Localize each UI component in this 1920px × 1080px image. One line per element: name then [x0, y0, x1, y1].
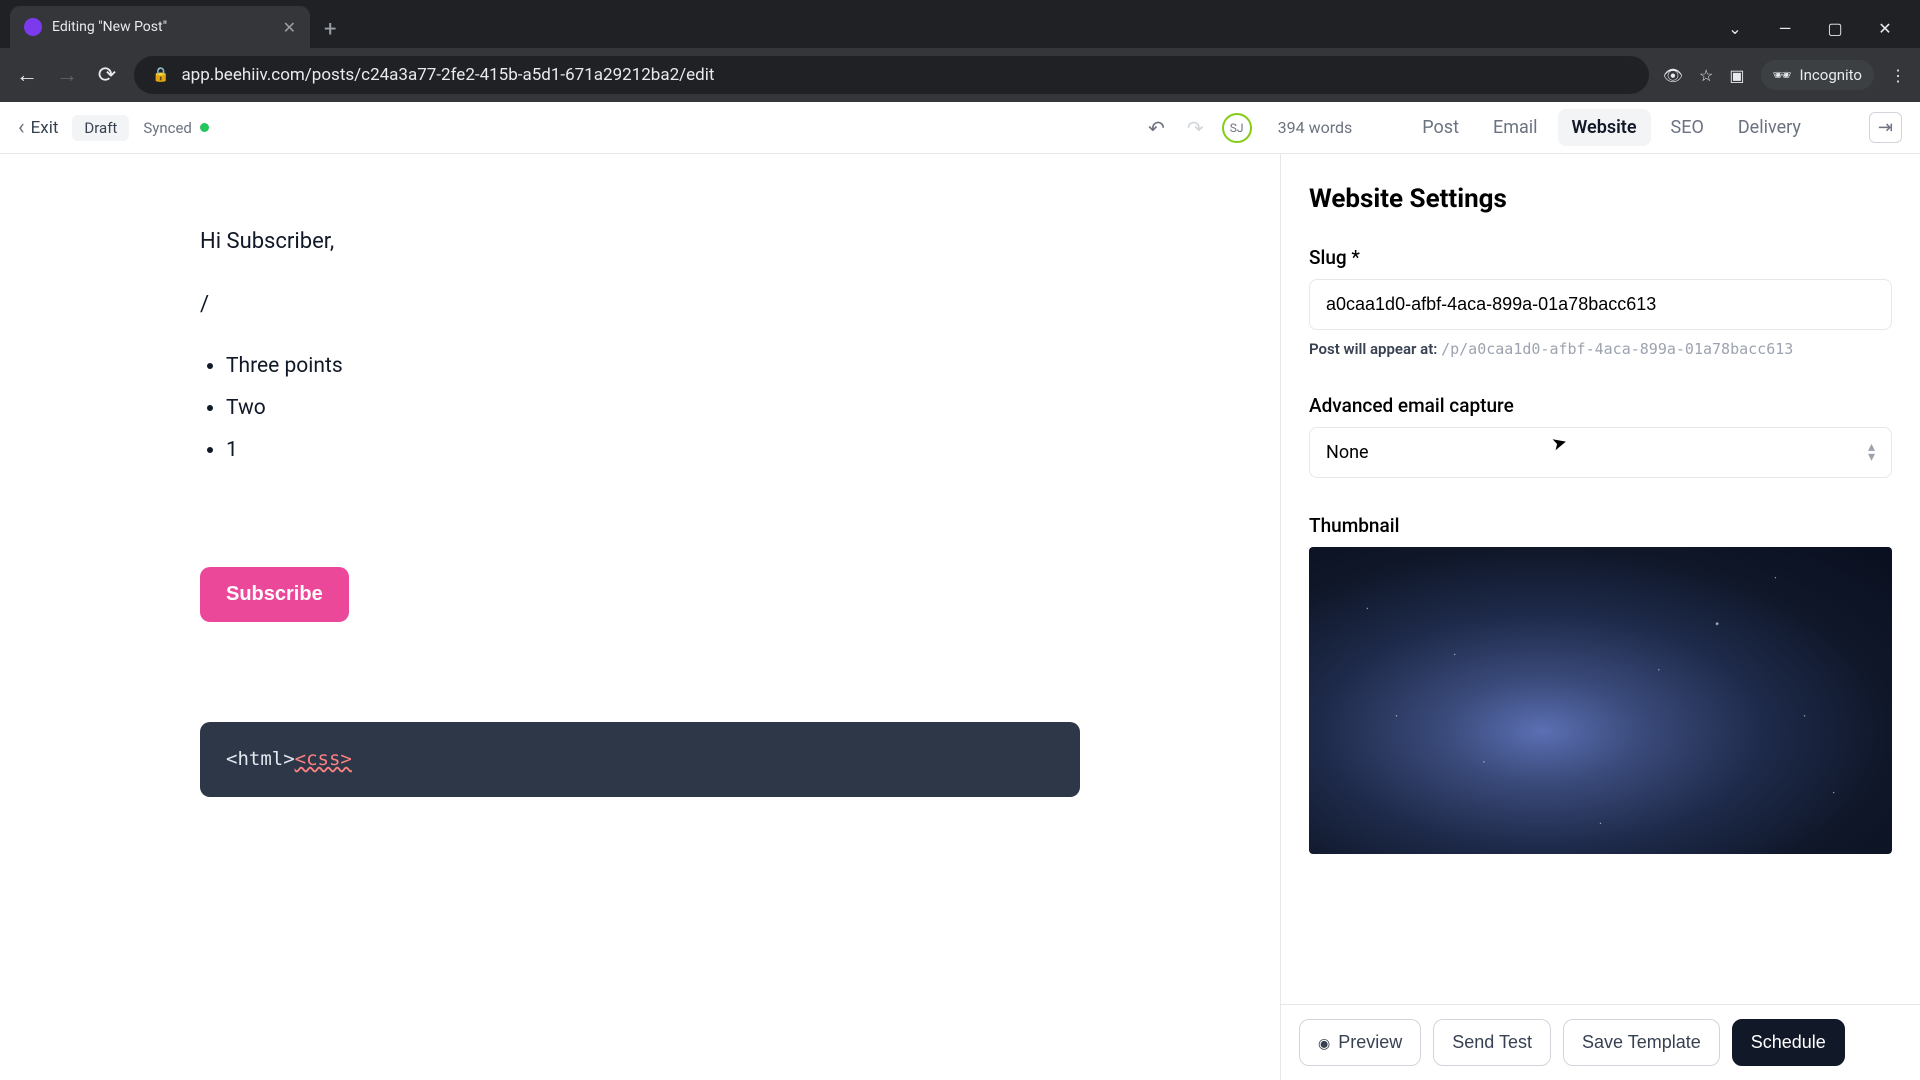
tab-delivery[interactable]: Delivery: [1724, 109, 1815, 146]
slug-hint-prefix: Post will appear at:: [1309, 340, 1437, 358]
browser-toolbar: ← → ⟳ 🔒 app.beehiiv.com/posts/c24a3a77-2…: [0, 48, 1920, 102]
eye-off-icon[interactable]: 👁: [1663, 66, 1683, 85]
reload-icon[interactable]: ⟳: [94, 63, 120, 88]
tab-email[interactable]: Email: [1479, 109, 1552, 146]
tab-search-icon[interactable]: ⌄: [1720, 19, 1750, 38]
save-template-button[interactable]: Save Template: [1563, 1019, 1720, 1066]
greeting-line[interactable]: Hi Subscriber,: [200, 224, 1080, 259]
sidebar-scroll[interactable]: Website Settings Slug * Post will appear…: [1281, 154, 1920, 1004]
bookmark-icon[interactable]: ☆: [1699, 66, 1713, 85]
main-split: Hi Subscriber, / Three points Two 1 Subs…: [0, 154, 1920, 1080]
incognito-icon: 🕶: [1773, 66, 1792, 84]
incognito-label: Incognito: [1800, 66, 1862, 84]
avatar-initials: SJ: [1230, 121, 1244, 135]
extensions-icon[interactable]: ▣: [1729, 66, 1744, 85]
thumbnail-field: Thumbnail: [1309, 514, 1892, 854]
close-tab-icon[interactable]: ✕: [283, 18, 296, 37]
editor-scroll-area[interactable]: Hi Subscriber, / Three points Two 1 Subs…: [0, 154, 1280, 1080]
sidebar-footer: Preview Send Test Save Template Schedule: [1281, 1004, 1920, 1080]
avatar[interactable]: SJ: [1222, 113, 1252, 143]
exit-label: Exit: [31, 118, 59, 138]
code-block[interactable]: <html><css>: [200, 722, 1080, 796]
address-bar[interactable]: 🔒 app.beehiiv.com/posts/c24a3a77-2fe2-41…: [134, 56, 1649, 94]
code-html-tag: <html>: [226, 748, 295, 770]
draft-badge: Draft: [72, 115, 129, 141]
thumbnail-image[interactable]: [1309, 547, 1892, 854]
back-icon[interactable]: ←: [14, 62, 40, 88]
window-controls: ⌄ ― ▢ ✕: [1700, 19, 1920, 48]
slug-input[interactable]: [1309, 279, 1892, 330]
settings-sidebar: Website Settings Slug * Post will appear…: [1280, 154, 1920, 1080]
schedule-button[interactable]: Schedule: [1732, 1019, 1845, 1066]
browser-tab-strip: Editing "New Post" ✕ + ⌄ ― ▢ ✕: [0, 0, 1920, 48]
email-capture-select[interactable]: None ▴▾: [1309, 427, 1892, 478]
slug-hint-path: /p/a0caa1d0-afbf-4aca-899a-01a78bacc613: [1441, 340, 1793, 358]
app-toolbar: Exit Draft Synced ↶ ↷ SJ 394 words Post …: [0, 102, 1920, 154]
url-text: app.beehiiv.com/posts/c24a3a77-2fe2-415b…: [181, 65, 714, 85]
email-capture-field: Advanced email capture None ▴▾: [1309, 394, 1892, 478]
tab-title: Editing "New Post": [52, 19, 273, 35]
forward-icon: →: [54, 62, 80, 88]
tab-post[interactable]: Post: [1408, 109, 1473, 146]
exit-button[interactable]: Exit: [18, 115, 58, 140]
slug-label: Slug *: [1309, 246, 1892, 269]
new-tab-button[interactable]: +: [310, 17, 350, 48]
code-css-tag: <css>: [295, 748, 352, 770]
subscribe-button[interactable]: Subscribe: [200, 567, 349, 622]
status-dot-icon: [200, 123, 209, 132]
incognito-badge[interactable]: 🕶 Incognito: [1761, 60, 1875, 90]
chevron-left-icon: [18, 115, 25, 140]
eye-icon: [1318, 1032, 1330, 1053]
slug-hint: Post will appear at: /p/a0caa1d0-afbf-4a…: [1309, 340, 1892, 358]
favicon-icon: [24, 18, 42, 36]
tab-website[interactable]: Website: [1558, 109, 1651, 146]
toggle-panel-icon[interactable]: ⇥: [1869, 112, 1902, 143]
thumbnail-label: Thumbnail: [1309, 514, 1892, 537]
bullet-list[interactable]: Three points Two 1: [226, 350, 1080, 467]
preview-button[interactable]: Preview: [1299, 1019, 1421, 1066]
chevron-updown-icon: ▴▾: [1868, 443, 1875, 463]
synced-label: Synced: [143, 119, 192, 137]
settings-tabs: Post Email Website SEO Delivery: [1408, 109, 1815, 146]
slash-command[interactable]: /: [200, 287, 1080, 322]
email-capture-label: Advanced email capture: [1309, 394, 1892, 417]
list-item[interactable]: Two: [226, 392, 1080, 426]
select-value: None: [1326, 442, 1369, 463]
close-window-icon[interactable]: ✕: [1870, 19, 1900, 38]
send-test-button[interactable]: Send Test: [1433, 1019, 1551, 1066]
sync-status: Synced: [143, 119, 209, 137]
browser-tab[interactable]: Editing "New Post" ✕: [10, 6, 310, 48]
word-count: 394 words: [1278, 118, 1353, 137]
sidebar-title: Website Settings: [1309, 184, 1892, 214]
slug-field: Slug * Post will appear at: /p/a0caa1d0-…: [1309, 246, 1892, 358]
undo-icon[interactable]: ↶: [1144, 112, 1169, 144]
list-item[interactable]: 1: [226, 434, 1080, 468]
lock-icon: 🔒: [152, 67, 169, 83]
preview-label: Preview: [1338, 1032, 1402, 1053]
menu-icon[interactable]: ⋮: [1890, 66, 1906, 85]
minimize-icon[interactable]: ―: [1770, 19, 1800, 38]
maximize-icon[interactable]: ▢: [1820, 19, 1850, 38]
tab-seo[interactable]: SEO: [1657, 109, 1718, 146]
list-item[interactable]: Three points: [226, 350, 1080, 384]
redo-icon[interactable]: ↷: [1183, 112, 1208, 144]
post-editor[interactable]: Hi Subscriber, / Three points Two 1 Subs…: [0, 154, 1280, 917]
